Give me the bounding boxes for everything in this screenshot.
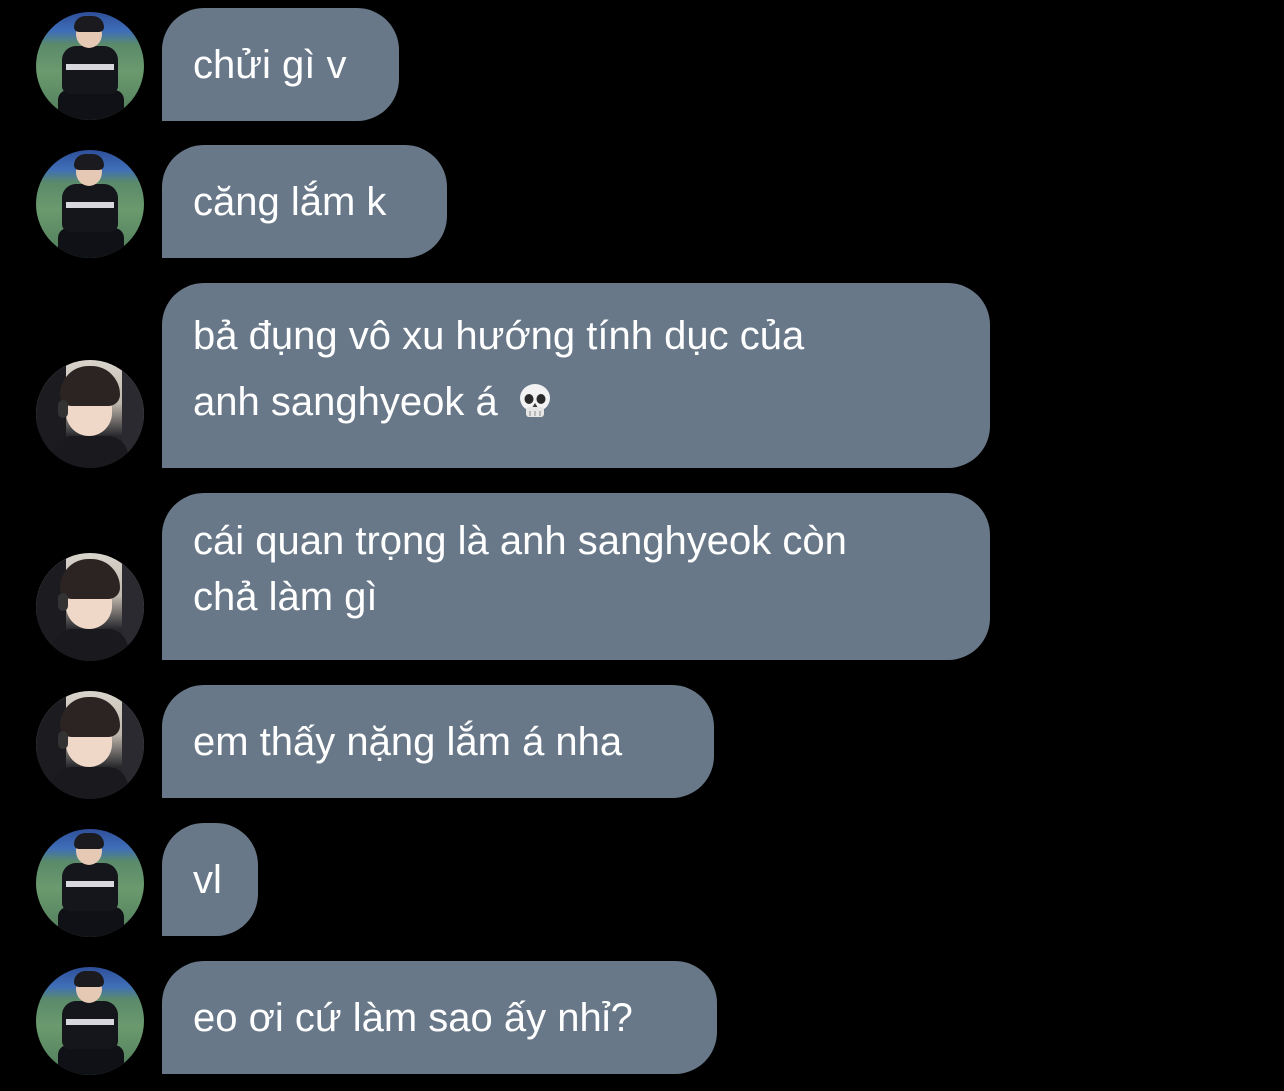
message-bubble[interactable]: em thấy nặng lắm á nha [162, 685, 714, 798]
message-text: chửi gì v [193, 43, 347, 87]
message-bubble[interactable]: chửi gì v [162, 8, 399, 121]
message-bubble[interactable]: cái quan trọng là anh sanghyeok còn chả … [162, 493, 990, 660]
message-text-line: bả đụng vô xu hướng tính dục của [193, 314, 805, 358]
message-bubble[interactable]: bả đụng vô xu hướng tính dục của anh san… [162, 283, 990, 468]
avatar[interactable] [36, 829, 144, 937]
message-bubble[interactable]: vl [162, 823, 258, 936]
avatar[interactable] [36, 553, 144, 661]
avatar[interactable] [36, 12, 144, 120]
avatar[interactable] [36, 150, 144, 258]
message-text: eo ơi cứ làm sao ấy nhỉ? [193, 996, 633, 1040]
avatar[interactable] [36, 967, 144, 1075]
skull-emoji-icon [519, 384, 550, 417]
message-text: em thấy nặng lắm á nha [193, 720, 623, 764]
message-text: căng lắm k [193, 180, 387, 224]
message-text: vl [193, 858, 222, 902]
message-bubble[interactable]: căng lắm k [162, 145, 447, 258]
message-bubble[interactable]: eo ơi cứ làm sao ấy nhỉ? [162, 961, 717, 1074]
message-text-line: chả làm gì [193, 575, 378, 619]
message-text-line: cái quan trọng là anh sanghyeok còn [193, 519, 847, 563]
avatar[interactable] [36, 691, 144, 799]
avatar[interactable] [36, 360, 144, 468]
message-text-line: anh sanghyeok á [193, 369, 959, 435]
